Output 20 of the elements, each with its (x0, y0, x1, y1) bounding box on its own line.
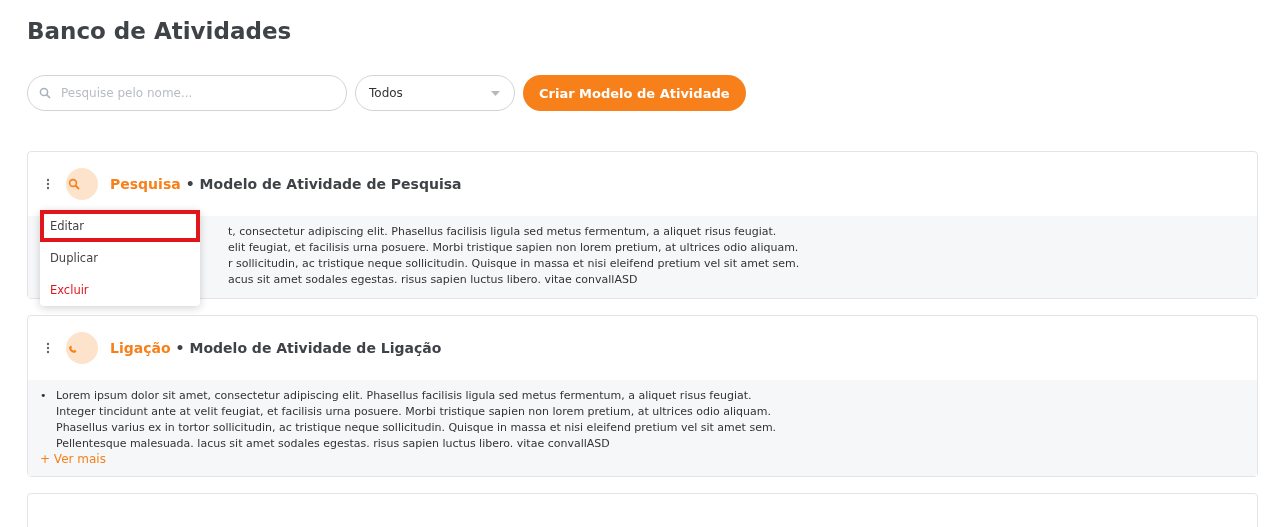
search-field[interactable]: Pesquise pelo nome... (27, 75, 347, 111)
activity-type-icon (66, 332, 98, 364)
activity-description: t, consectetur adipiscing elit. Phasellus facilisis ligula sed metus fermentum, a aliquet risus feugiat. elit feugiat, et facilisis urna posuere. Morbi tristique sapien non lorem pretium, at ultrices odio aliquam. r sollicitudin, ac tristique neque sollicitudin. Quisque in massa et nisi eleifend pretium vel sit amet sem. acus sit amet sodales egestas. risus sapien luctus libero. vitae convallASD (228, 224, 800, 288)
separator-dot: • (185, 176, 195, 192)
activity-description: Lorem ipsum dolor sit amet, consectetur adipiscing elit. Phasellus facilisis ligula sed metus fermentum, a aliquet risus feugiat. Integer tincidunt ante at velit feugiat, et facilisis urna posuere. Morbi tristique sapien non lorem pretium, at ultrices odio aliquam. Phasellus varius ex in tortor sollicitudin, ac tristique neque sollicitudin. Quisque in massa et nisi eleifend pretium vel sit amet sem. Pellentesque malesuada. lacus sit amet sodales egestas. risus sapien luctus libero. vitae convallASD (56, 388, 777, 452)
activity-type: Pesquisa (110, 176, 181, 192)
activity-title: Modelo de Atividade de Pesquisa (199, 176, 462, 192)
search-icon (39, 87, 51, 99)
more-options-icon[interactable] (46, 342, 50, 354)
menu-item[interactable]: Duplicar (40, 242, 200, 274)
page-title: Banco de Atividades (27, 17, 293, 46)
separator-dot: • (175, 340, 185, 356)
activity-type: Ligação (110, 340, 171, 356)
activity-type-icon (66, 168, 98, 200)
more-options-icon[interactable] (46, 178, 50, 190)
menu-item[interactable]: Excluir (40, 274, 200, 306)
caret-icon (491, 90, 500, 96)
bullet-mark: • (40, 388, 48, 404)
menu-item[interactable]: Editar (40, 210, 200, 242)
activity-title: Modelo de Atividade de Ligação (189, 340, 442, 356)
